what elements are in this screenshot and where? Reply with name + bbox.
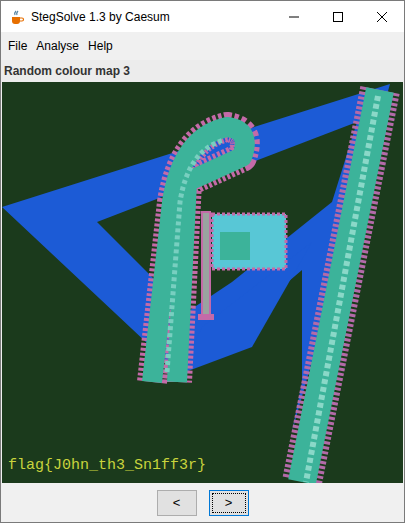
previous-button[interactable]: < bbox=[157, 490, 197, 516]
next-button[interactable]: > bbox=[209, 490, 249, 516]
java-icon bbox=[9, 9, 25, 25]
image-caption: flag{J0hn_th3_Sn1ff3r} bbox=[8, 457, 206, 475]
flag-icon bbox=[198, 212, 286, 320]
menu-item[interactable]: Help bbox=[84, 37, 117, 55]
maximize-button[interactable] bbox=[316, 1, 360, 32]
menu-bar: FileAnalyseHelp bbox=[1, 32, 404, 60]
navigation-bar: <> bbox=[1, 483, 404, 522]
maximize-icon bbox=[333, 12, 343, 22]
minimize-button[interactable] bbox=[272, 1, 316, 32]
menu-item[interactable]: Analyse bbox=[32, 37, 83, 55]
steg-image bbox=[2, 82, 403, 483]
window-title: StegSolve 1.3 by Caesum bbox=[31, 8, 170, 26]
stegsolve-window: StegSolve 1.3 by CaesumFileAnalyseHelpRa… bbox=[0, 0, 405, 523]
close-button[interactable] bbox=[360, 1, 404, 32]
image-panel: flag{J0hn_th3_Sn1ff3r} bbox=[1, 82, 404, 483]
minimize-icon bbox=[289, 12, 299, 22]
view-label: Random colour map 3 bbox=[1, 60, 404, 82]
close-icon bbox=[377, 12, 387, 22]
menu-item[interactable]: File bbox=[4, 37, 31, 55]
title-bar: StegSolve 1.3 by Caesum bbox=[1, 1, 404, 32]
